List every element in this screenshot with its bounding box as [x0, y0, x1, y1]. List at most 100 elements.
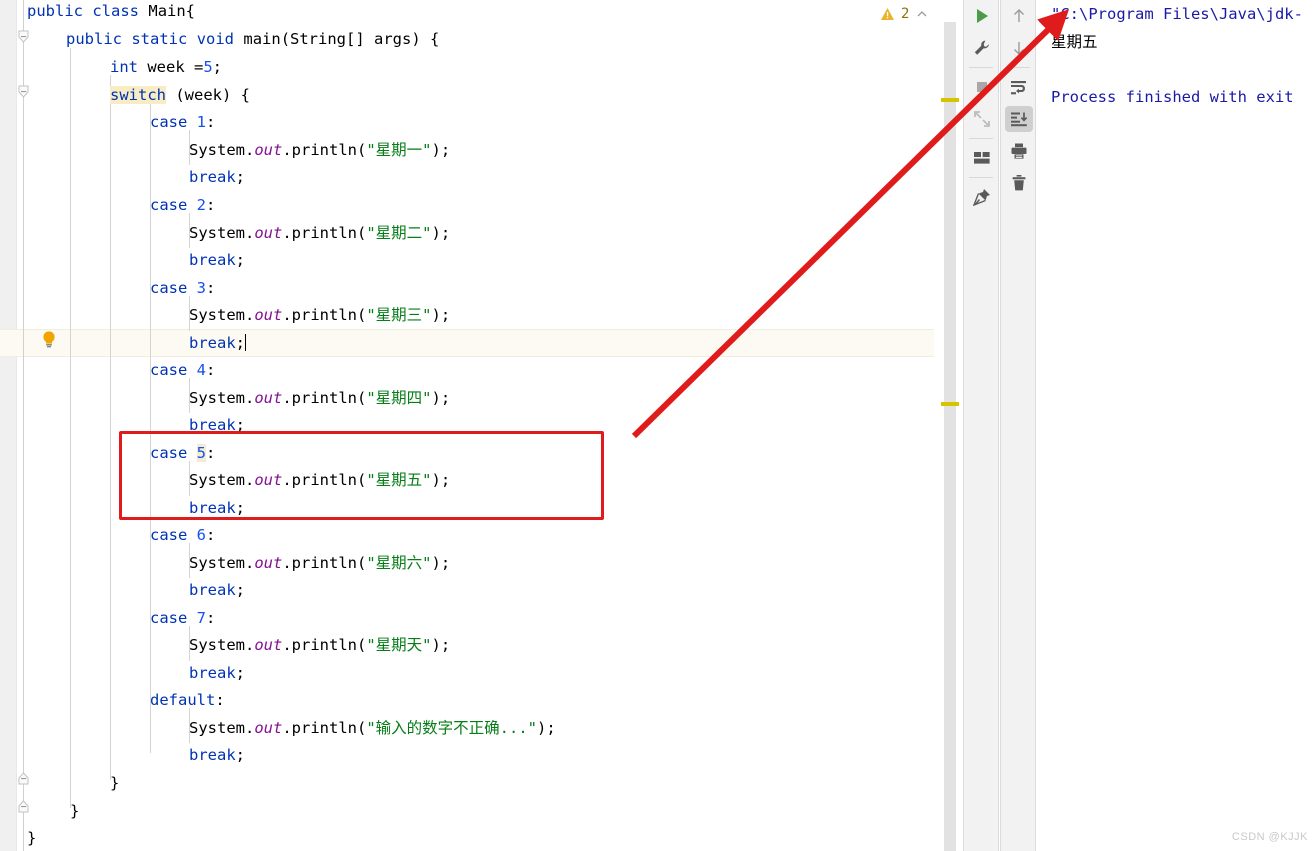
- code-line[interactable]: break;: [189, 164, 245, 192]
- trash-icon: [1005, 170, 1033, 196]
- code-line[interactable]: break;: [189, 330, 247, 358]
- code-token: System: [189, 141, 245, 159]
- layout-button[interactable]: [964, 142, 1000, 174]
- code-token: System: [189, 554, 245, 572]
- prev-problem-icon[interactable]: [915, 7, 929, 21]
- code-line[interactable]: break;: [189, 495, 245, 523]
- code-line[interactable]: case 5:: [150, 440, 215, 468]
- run-console-output[interactable]: "C:\Program Files\Java\jdk- 星期五 Process fi…: [1037, 0, 1316, 851]
- code-line[interactable]: public static void main(String[] args) {: [66, 26, 439, 54]
- code-line[interactable]: System.out.println("星期六");: [189, 550, 450, 578]
- code-token: }: [27, 829, 37, 847]
- ide-screenshot-root: public class Main{public static void mai…: [0, 0, 1316, 851]
- code-line[interactable]: System.out.println("输入的数字不正确...");: [189, 715, 556, 743]
- rerun-button[interactable]: [964, 0, 1000, 32]
- code-token: case: [150, 196, 188, 214]
- code-token: ;: [235, 416, 246, 434]
- code-line[interactable]: break;: [189, 660, 245, 688]
- code-line[interactable]: }: [110, 770, 119, 798]
- code-token: System: [189, 389, 245, 407]
- code-token: out: [254, 719, 283, 737]
- code-line[interactable]: }: [27, 825, 36, 851]
- code-line[interactable]: public class Main{: [27, 0, 195, 26]
- code-line[interactable]: case 6:: [150, 522, 215, 550]
- code-line[interactable]: int week =5;: [110, 54, 222, 82]
- code-token: :: [206, 196, 216, 214]
- code-token: .: [245, 636, 255, 654]
- code-token: .println(: [282, 636, 367, 654]
- scrollbar-warning-marker[interactable]: [941, 98, 959, 102]
- code-token: .: [245, 224, 255, 242]
- run-toolbar-primary[interactable]: [963, 0, 999, 851]
- code-line[interactable]: default:: [150, 687, 225, 715]
- code-token: case: [150, 526, 188, 544]
- editor-scrollbar-thumb[interactable]: [944, 22, 956, 851]
- warning-count: 2: [901, 6, 910, 22]
- code-token: System: [189, 719, 245, 737]
- code-token: out: [254, 141, 283, 159]
- code-line[interactable]: break;: [189, 247, 245, 275]
- stop-button[interactable]: [964, 71, 1000, 103]
- code-line[interactable]: break;: [189, 412, 245, 440]
- soft-wrap-button[interactable]: [1001, 71, 1037, 103]
- code-line[interactable]: case 2:: [150, 192, 215, 220]
- code-token: out: [254, 636, 283, 654]
- code-token: ;: [235, 499, 246, 517]
- scroll-to-end-button[interactable]: [1001, 103, 1037, 135]
- code-line[interactable]: }: [70, 798, 79, 826]
- restore-layout-button[interactable]: [964, 103, 1000, 135]
- code-line[interactable]: case 4:: [150, 357, 215, 385]
- code-token: out: [254, 389, 283, 407]
- code-line[interactable]: System.out.println("星期四");: [189, 385, 450, 413]
- code-line[interactable]: System.out.println("星期五");: [189, 467, 450, 495]
- prev-occurrence-button[interactable]: [1001, 0, 1037, 32]
- code-line[interactable]: case 7:: [150, 605, 215, 633]
- code-token: .: [245, 141, 255, 159]
- code-token: void: [196, 30, 235, 48]
- expand-arrows-icon: [968, 106, 996, 132]
- code-token: out: [254, 471, 283, 489]
- code-editor[interactable]: public class Main{public static void mai…: [0, 0, 934, 851]
- clear-all-button[interactable]: [1001, 167, 1037, 199]
- code-line[interactable]: System.out.println("星期天");: [189, 632, 450, 660]
- pin-tab-button[interactable]: [964, 181, 1000, 213]
- code-token: 5: [203, 58, 213, 76]
- scrollbar-warning-marker[interactable]: [941, 402, 959, 406]
- code-token: .println(: [282, 719, 367, 737]
- next-occurrence-button[interactable]: [1001, 32, 1037, 64]
- toolbar-separator: [969, 67, 993, 68]
- code-token: ;: [212, 58, 223, 76]
- code-line[interactable]: System.out.println("星期三");: [189, 302, 450, 330]
- code-token: out: [254, 554, 283, 572]
- code-line[interactable]: case 1:: [150, 109, 215, 137]
- code-token: case: [150, 113, 188, 131]
- settings-button[interactable]: [964, 32, 1000, 64]
- warning-triangle-icon: [880, 7, 895, 21]
- code-line[interactable]: System.out.println("星期二");: [189, 220, 450, 248]
- code-line[interactable]: case 3:: [150, 275, 215, 303]
- code-line[interactable]: break;: [189, 577, 245, 605]
- code-token: int: [110, 58, 138, 76]
- code-token: .println(: [282, 141, 367, 159]
- code-line[interactable]: break;: [189, 742, 245, 770]
- print-button[interactable]: [1001, 135, 1037, 167]
- code-token: "星期四": [366, 389, 432, 407]
- code-token: }: [110, 774, 120, 792]
- code-token: "输入的数字不正确...": [366, 719, 538, 737]
- run-toolbar-secondary[interactable]: [1000, 0, 1036, 851]
- code-token: 6: [196, 526, 207, 544]
- code-token: );: [431, 636, 451, 654]
- layout-grid-icon: [968, 145, 996, 171]
- code-line[interactable]: System.out.println("星期一");: [189, 137, 450, 165]
- code-token: 3: [196, 279, 207, 297]
- code-text-layer[interactable]: public class Main{public static void mai…: [0, 0, 934, 851]
- code-token: "星期一": [366, 141, 432, 159]
- pin-icon: [968, 184, 996, 210]
- code-line[interactable]: switch (week) {: [110, 82, 250, 110]
- code-token: "星期三": [366, 306, 432, 324]
